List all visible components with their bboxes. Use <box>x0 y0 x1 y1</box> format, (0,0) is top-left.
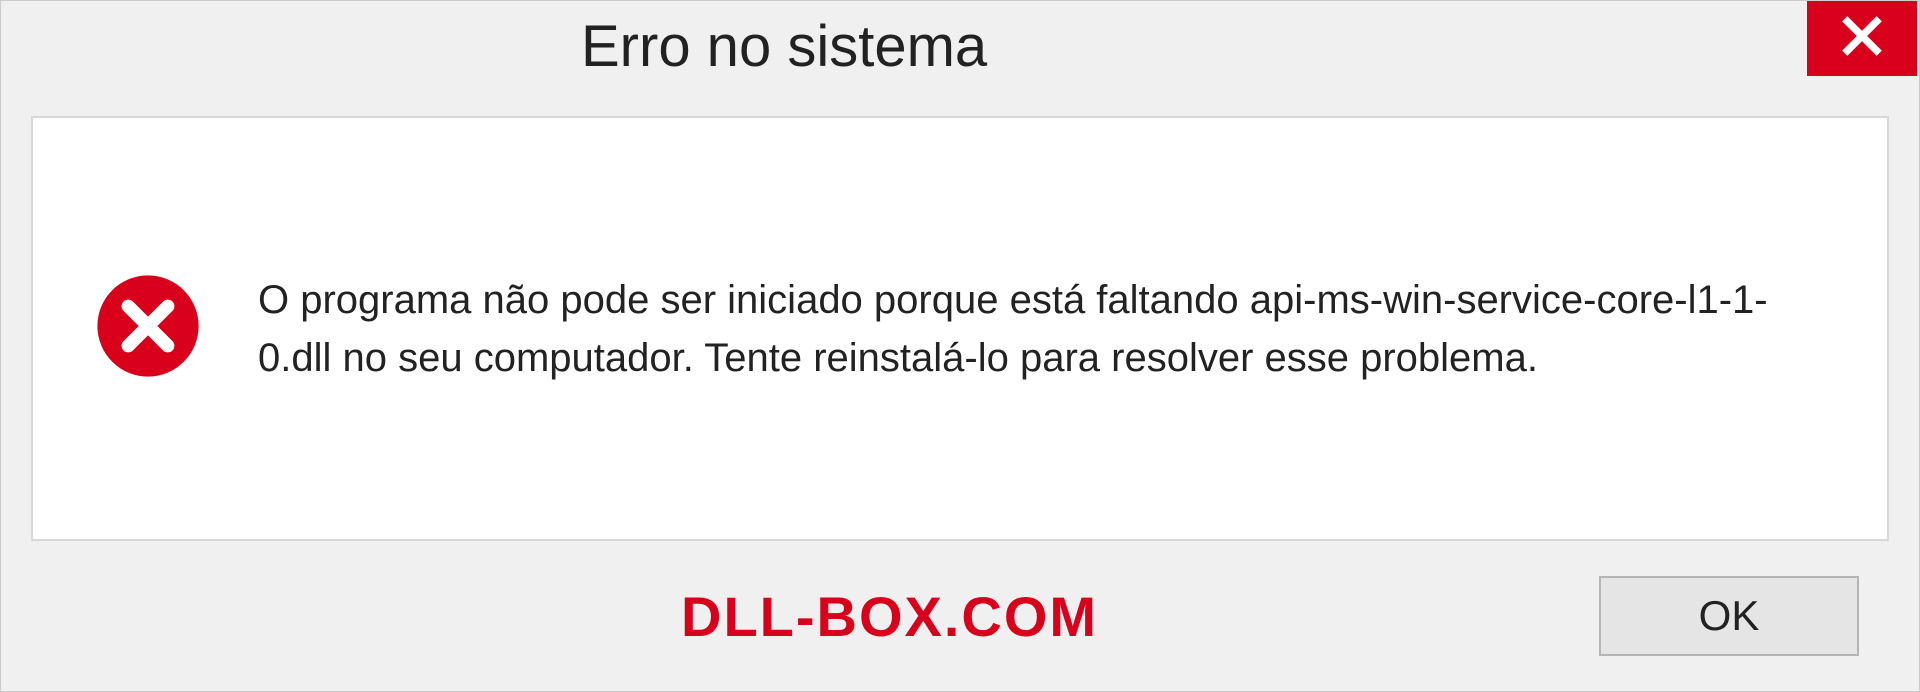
dialog-title: Erro no sistema <box>581 13 987 80</box>
ok-button[interactable]: OK <box>1599 576 1859 656</box>
error-message: O programa não pode ser iniciado porque … <box>258 271 1827 387</box>
close-button[interactable] <box>1807 1 1917 76</box>
content-panel: O programa não pode ser iniciado porque … <box>31 116 1889 541</box>
branding-text: DLL-BOX.COM <box>681 584 1098 649</box>
error-icon <box>93 271 203 386</box>
close-icon <box>1840 14 1884 63</box>
error-dialog: Erro no sistema O programa não pode ser … <box>0 0 1920 692</box>
dialog-footer: DLL-BOX.COM OK <box>1 561 1919 691</box>
titlebar: Erro no sistema <box>1 1 1919 91</box>
